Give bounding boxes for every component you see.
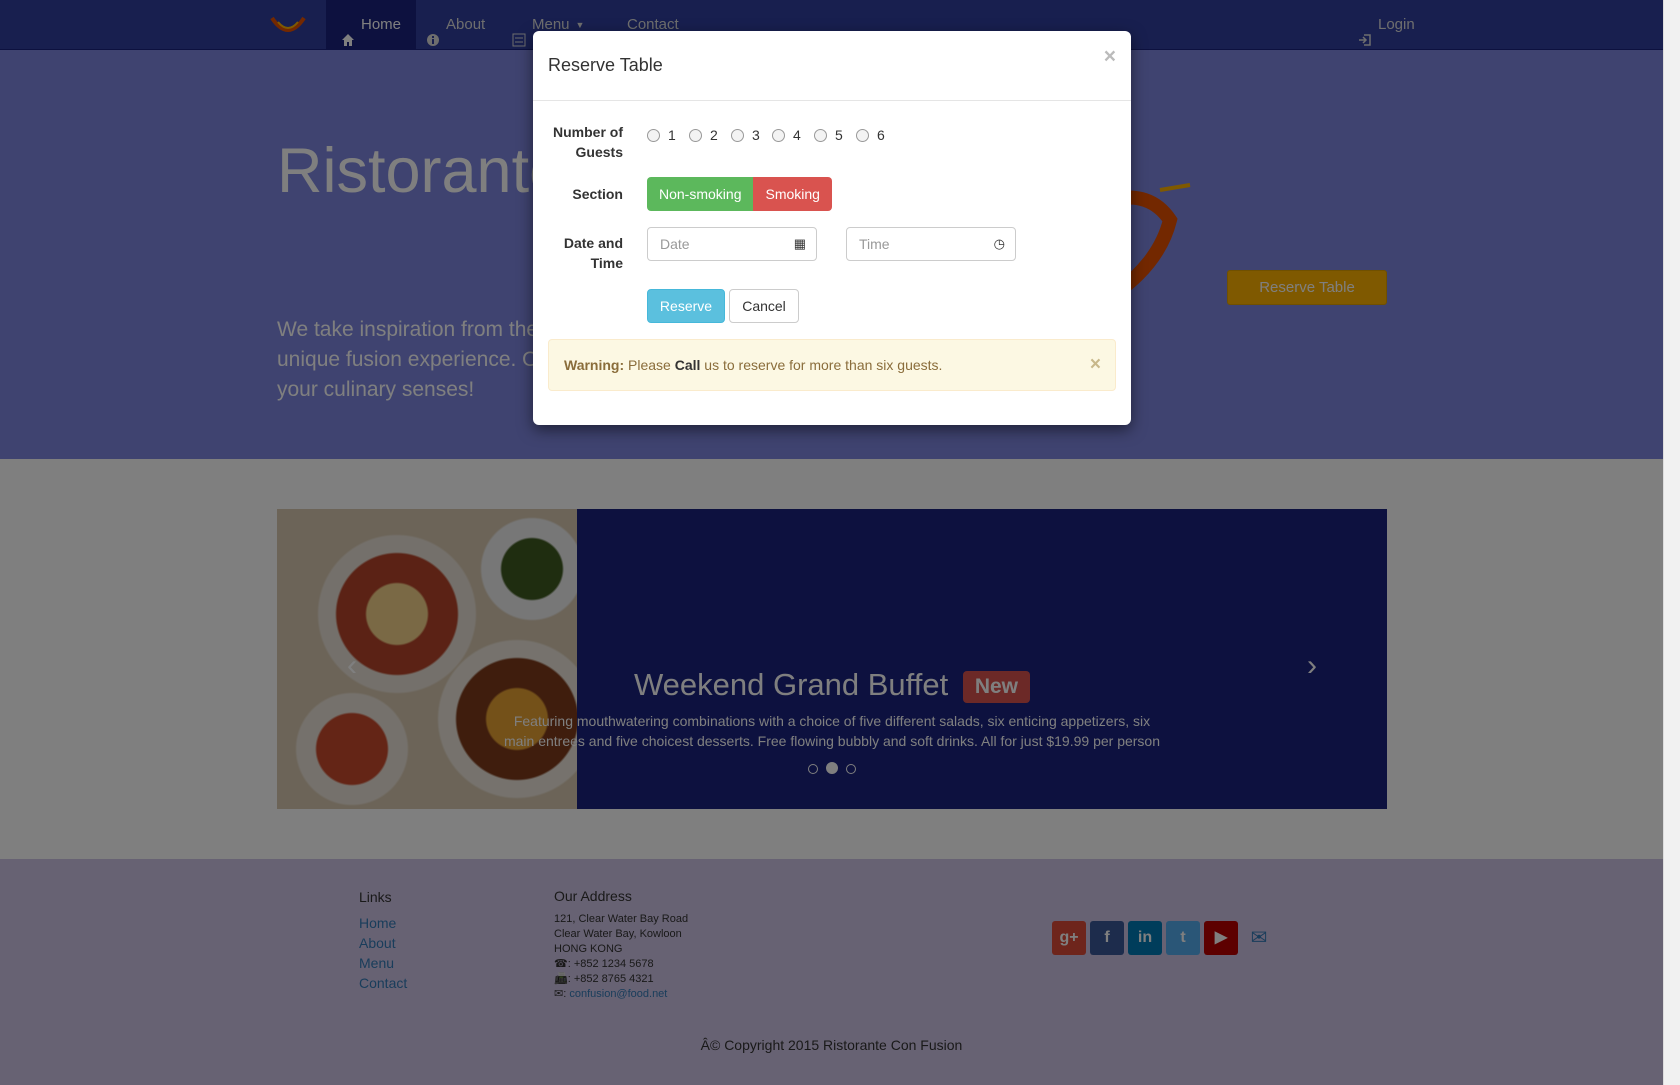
alert-call: Call (674, 357, 701, 373)
non-smoking-button[interactable]: Non-smoking (647, 177, 754, 211)
guest-option-3[interactable]: 3 (731, 127, 760, 143)
guest-option-2[interactable]: 2 (689, 127, 718, 143)
guest-option-5[interactable]: 5 (814, 127, 843, 143)
modal-header: Reserve Table × (533, 31, 1131, 101)
section-toggle: Non-smoking Smoking (647, 177, 832, 211)
alert-strong: Warning: (564, 357, 625, 373)
modal-title: Reserve Table (548, 55, 663, 75)
datetime-label: Date and Time (563, 235, 623, 271)
calendar-icon[interactable]: ▦ (794, 228, 806, 260)
time-input[interactable]: Time ◷ (846, 227, 1016, 261)
reserve-button[interactable]: Reserve (647, 289, 725, 323)
radio-button[interactable] (856, 128, 869, 142)
clock-icon[interactable]: ◷ (994, 228, 1005, 260)
guest-option-6[interactable]: 6 (856, 127, 885, 143)
guest-option-1[interactable]: 1 (647, 127, 676, 143)
scrollbar[interactable] (1663, 0, 1680, 1085)
section-label: Section (572, 186, 623, 202)
radio-button[interactable] (772, 128, 785, 142)
close-icon[interactable]: × (1104, 45, 1116, 69)
alert-close-icon[interactable]: × (1090, 340, 1101, 390)
radio-button[interactable] (814, 128, 827, 142)
cancel-button[interactable]: Cancel (729, 289, 799, 323)
radio-button[interactable] (689, 128, 702, 142)
date-input[interactable]: Date ▦ (647, 227, 817, 261)
reserve-table-modal: Reserve Table × Number of Guests 1 2 3 4… (533, 31, 1131, 425)
radio-button[interactable] (647, 128, 660, 142)
warning-alert: Warning: Please Call us to reserve for m… (548, 339, 1116, 391)
radio-button[interactable] (731, 128, 744, 142)
guest-option-4[interactable]: 4 (772, 127, 801, 143)
guests-label: Number of Guests (553, 124, 623, 160)
smoking-button[interactable]: Smoking (753, 177, 832, 211)
